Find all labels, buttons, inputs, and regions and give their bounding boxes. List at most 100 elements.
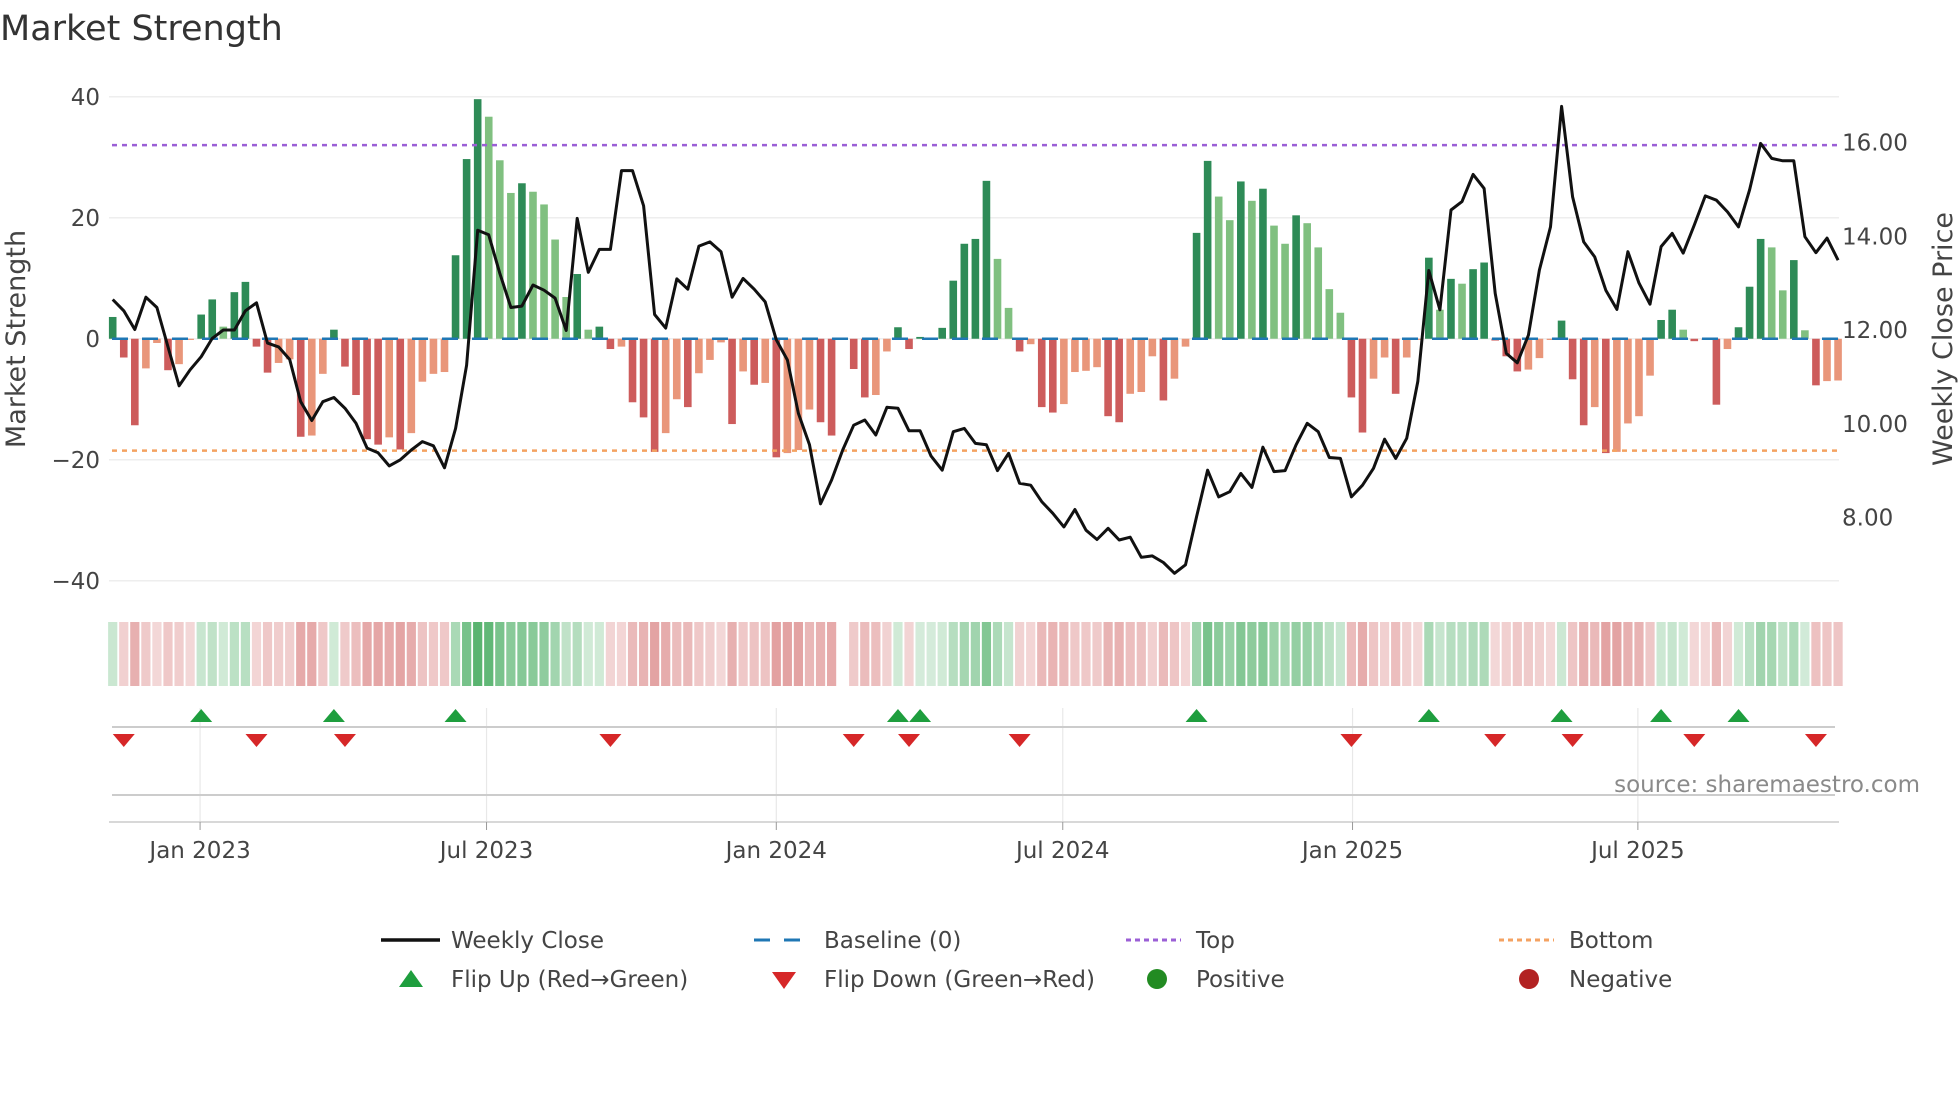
flip-down-marker (1683, 734, 1705, 747)
strength-bar (330, 330, 338, 339)
strip-cell (152, 622, 161, 686)
strength-bar (1657, 320, 1665, 339)
strip-cell (716, 622, 725, 686)
strip-cell (805, 622, 814, 686)
strip-cell (219, 622, 228, 686)
strip-cell (329, 622, 338, 686)
strip-cell (661, 622, 670, 686)
strength-bar (208, 299, 216, 338)
strip-cell (1092, 622, 1101, 686)
strip-cell (1126, 622, 1135, 686)
strip-cell (517, 622, 526, 686)
y-right-tick-label: 14.00 (1842, 224, 1908, 250)
strip-cell (1214, 622, 1223, 686)
strength-bar (1469, 269, 1477, 339)
strip-cell (1690, 622, 1699, 686)
strength-bar (1724, 339, 1732, 349)
strip-cell (473, 622, 482, 686)
strength-bar (905, 339, 913, 349)
strip-cell (374, 622, 383, 686)
strip-cell (1557, 622, 1566, 686)
strength-bar (1215, 197, 1223, 339)
strip-cell (1480, 622, 1489, 686)
strip-cell (119, 622, 128, 686)
strength-bar (1071, 339, 1079, 372)
strength-bar (1613, 339, 1621, 452)
strip-cell (849, 622, 858, 686)
strip-cell (1623, 622, 1632, 686)
y-tick-label: −20 (51, 448, 100, 474)
strip-cell (562, 622, 571, 686)
strip-cell (650, 622, 659, 686)
strength-bar (817, 339, 825, 422)
strength-bar (131, 339, 139, 426)
strip-cell (816, 622, 825, 686)
strip-cell (882, 622, 891, 686)
strip-cell (1822, 622, 1831, 686)
strength-bar (1005, 308, 1013, 339)
strength-bar (1093, 339, 1101, 367)
strip-cell (1546, 622, 1555, 686)
strength-bar (739, 339, 747, 372)
strip-cell (440, 622, 449, 686)
strength-bar (938, 328, 946, 339)
strength-bar (773, 339, 781, 458)
strip-cell (1701, 622, 1710, 686)
strip-cell (1070, 622, 1079, 686)
flip-down-marker (245, 734, 267, 747)
strength-bar (452, 255, 460, 338)
strip-cell (130, 622, 139, 686)
strip-cell (573, 622, 582, 686)
strength-bar (1403, 339, 1411, 358)
strip-cell (362, 622, 371, 686)
strip-cell (1468, 622, 1477, 686)
strip-cell (163, 622, 172, 686)
strength-bar (496, 160, 504, 338)
strength-bar (1348, 339, 1356, 398)
strip-cell (230, 622, 239, 686)
strip-cell (1413, 622, 1422, 686)
strip-cell (1015, 622, 1024, 686)
strip-cell (1192, 622, 1201, 686)
legend-baseline: Baseline (0) (824, 928, 961, 954)
strip-cell (1369, 622, 1378, 686)
strip-cell (263, 622, 272, 686)
strength-bar (640, 339, 648, 418)
strength-bar (529, 192, 537, 339)
strip-cell (1601, 622, 1610, 686)
strength-bar (1104, 339, 1112, 416)
strip-cell (418, 622, 427, 686)
strength-bar (728, 339, 736, 424)
flip-down-marker (599, 734, 621, 747)
strip-cell (960, 622, 969, 686)
strip-cell (1679, 622, 1688, 686)
strength-bar (253, 339, 261, 347)
strength-bar (120, 339, 128, 358)
strip-cell (1170, 622, 1179, 686)
strength-bar (1326, 289, 1334, 339)
strip-cell (274, 622, 283, 686)
strength-bar (1646, 339, 1654, 376)
strip-cell (252, 622, 261, 686)
strip-cell (1402, 622, 1411, 686)
market-strength-chart: Market Strength 40200−20−40 16.0014.0012… (0, 0, 1960, 1102)
x-axis: Jan 2023Jul 2023Jan 2024Jul 2024Jan 2025… (147, 822, 1684, 864)
strength-bar (961, 244, 969, 339)
strip-cell (1148, 622, 1157, 686)
flip-down-icon (772, 972, 796, 989)
strip-cell (1634, 622, 1643, 686)
strength-bar (1126, 339, 1134, 394)
strength-bar (1259, 189, 1267, 339)
strength-bar (1624, 339, 1632, 424)
strip-cell (307, 622, 316, 686)
strip-cell (606, 622, 615, 686)
flip-up-marker (1650, 709, 1672, 722)
strip-cell (1435, 622, 1444, 686)
strength-bar (1359, 339, 1367, 433)
strip-cell (1457, 622, 1466, 686)
strength-bar (1370, 339, 1378, 379)
strength-bar (584, 330, 592, 339)
strip-cell (982, 622, 991, 686)
strip-cell (1424, 622, 1433, 686)
flip-up-marker (190, 709, 212, 722)
